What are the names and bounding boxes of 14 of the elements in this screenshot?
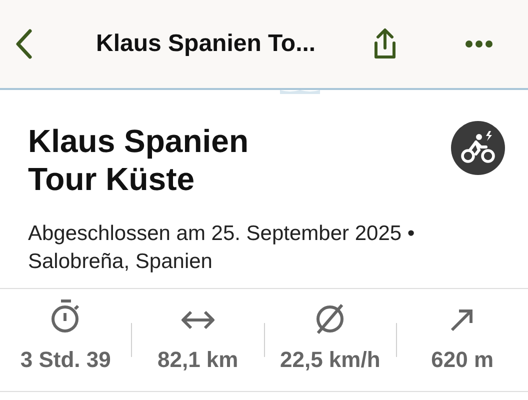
tour-title: Klaus Spanien Tour Küste	[28, 122, 250, 198]
tour-subtitle: Abgeschlossen am 25. September 2025 • Salobreña, Spanien	[28, 221, 416, 275]
arrow-up-right-icon	[449, 306, 476, 332]
double-arrow-icon	[180, 308, 215, 330]
stat-value: 3 Std. 39	[20, 346, 111, 374]
more-icon	[465, 40, 493, 48]
nav-title: Klaus Spanien To...	[96, 29, 316, 59]
e-bike-icon	[450, 120, 506, 176]
stat-value: 620 m	[431, 346, 494, 374]
stat-value: 82,1 km	[158, 346, 238, 374]
back-icon	[14, 28, 34, 60]
stat-value: 22,5 km/h	[280, 346, 380, 374]
stopwatch-icon	[50, 299, 82, 335]
diameter-icon	[314, 303, 346, 335]
